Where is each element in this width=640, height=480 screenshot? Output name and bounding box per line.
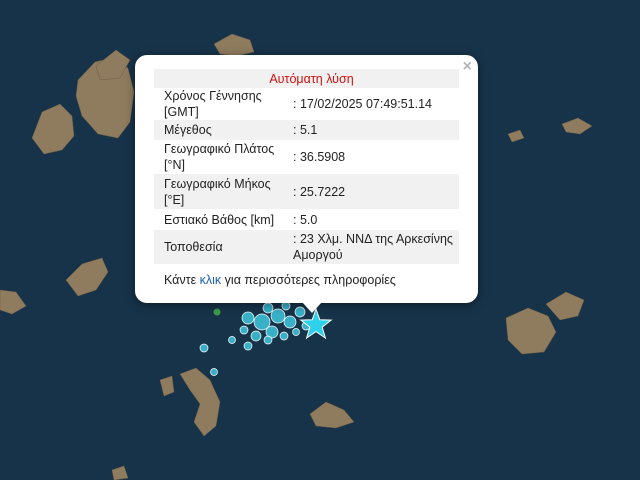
info-row: Εστιακό Βάθος [km] : 5.0 <box>154 209 459 230</box>
info-label: Εστιακό Βάθος [km] <box>164 212 275 227</box>
popup-title: Αυτόματη λύση <box>154 69 459 88</box>
older-quake-marker <box>213 308 221 316</box>
earthquake-info-table: Αυτόματη λύση Χρόνος Γέννησης [GMT] : 17… <box>154 69 459 264</box>
info-label: Μέγεθος <box>154 120 287 140</box>
info-row: Γεωγραφικό Πλάτος [°N] : 36.5908 <box>154 140 459 174</box>
info-value: : 17/02/2025 07:49:51.14 <box>293 97 433 111</box>
popup-footer: Κάντε κλικ για περισσότερες πληροφορίες <box>164 273 396 287</box>
info-value: : 5.1 <box>287 120 459 140</box>
quake-marker <box>262 302 274 314</box>
info-row: Μέγεθος : 5.1 <box>154 120 459 140</box>
quake-marker <box>243 341 253 351</box>
info-label: Τοποθεσία <box>154 230 287 264</box>
info-value: : 25.7222 <box>287 174 459 209</box>
info-row: Γεωγραφικό Μήκος [°E] : 25.7222 <box>154 174 459 209</box>
info-value: : 36.5908 <box>293 150 346 164</box>
info-label: Χρόνος Γέννησης [GMT] <box>164 89 262 119</box>
quake-marker <box>228 336 236 344</box>
info-row: Χρόνος Γέννησης [GMT] : 17/02/2025 07:49… <box>154 88 459 120</box>
quake-marker <box>210 368 218 376</box>
quake-marker <box>279 331 289 341</box>
quake-marker <box>199 343 209 353</box>
footer-text-after: για περισσότερες πληροφορίες <box>224 273 396 287</box>
info-label: Γεωγραφικό Πλάτος [°N] <box>164 142 275 172</box>
quake-marker <box>270 308 286 324</box>
more-info-link[interactable]: κλικ <box>200 273 222 287</box>
quake-marker <box>241 311 255 325</box>
quake-marker <box>292 328 300 336</box>
footer-text-before: Κάντε <box>164 273 197 287</box>
popup-pointer <box>302 302 322 313</box>
earthquake-info-popup: × Αυτόματη λύση Χρόνος Γέννησης [GMT] : … <box>135 55 478 303</box>
info-value: : 23 Χλμ. ΝΝΔ της Αρκεσίνης Αμοργού <box>287 230 459 264</box>
quake-marker <box>283 315 297 329</box>
quake-marker <box>239 325 249 335</box>
quake-marker <box>250 330 262 342</box>
close-icon[interactable]: × <box>463 59 472 75</box>
quake-marker <box>281 301 291 311</box>
quake-marker <box>263 335 273 345</box>
info-value: : 5.0 <box>293 212 318 227</box>
info-label: Γεωγραφικό Μήκος [°E] <box>154 174 287 209</box>
info-row: Τοποθεσία : 23 Χλμ. ΝΝΔ της Αρκεσίνης Αμ… <box>154 230 459 264</box>
